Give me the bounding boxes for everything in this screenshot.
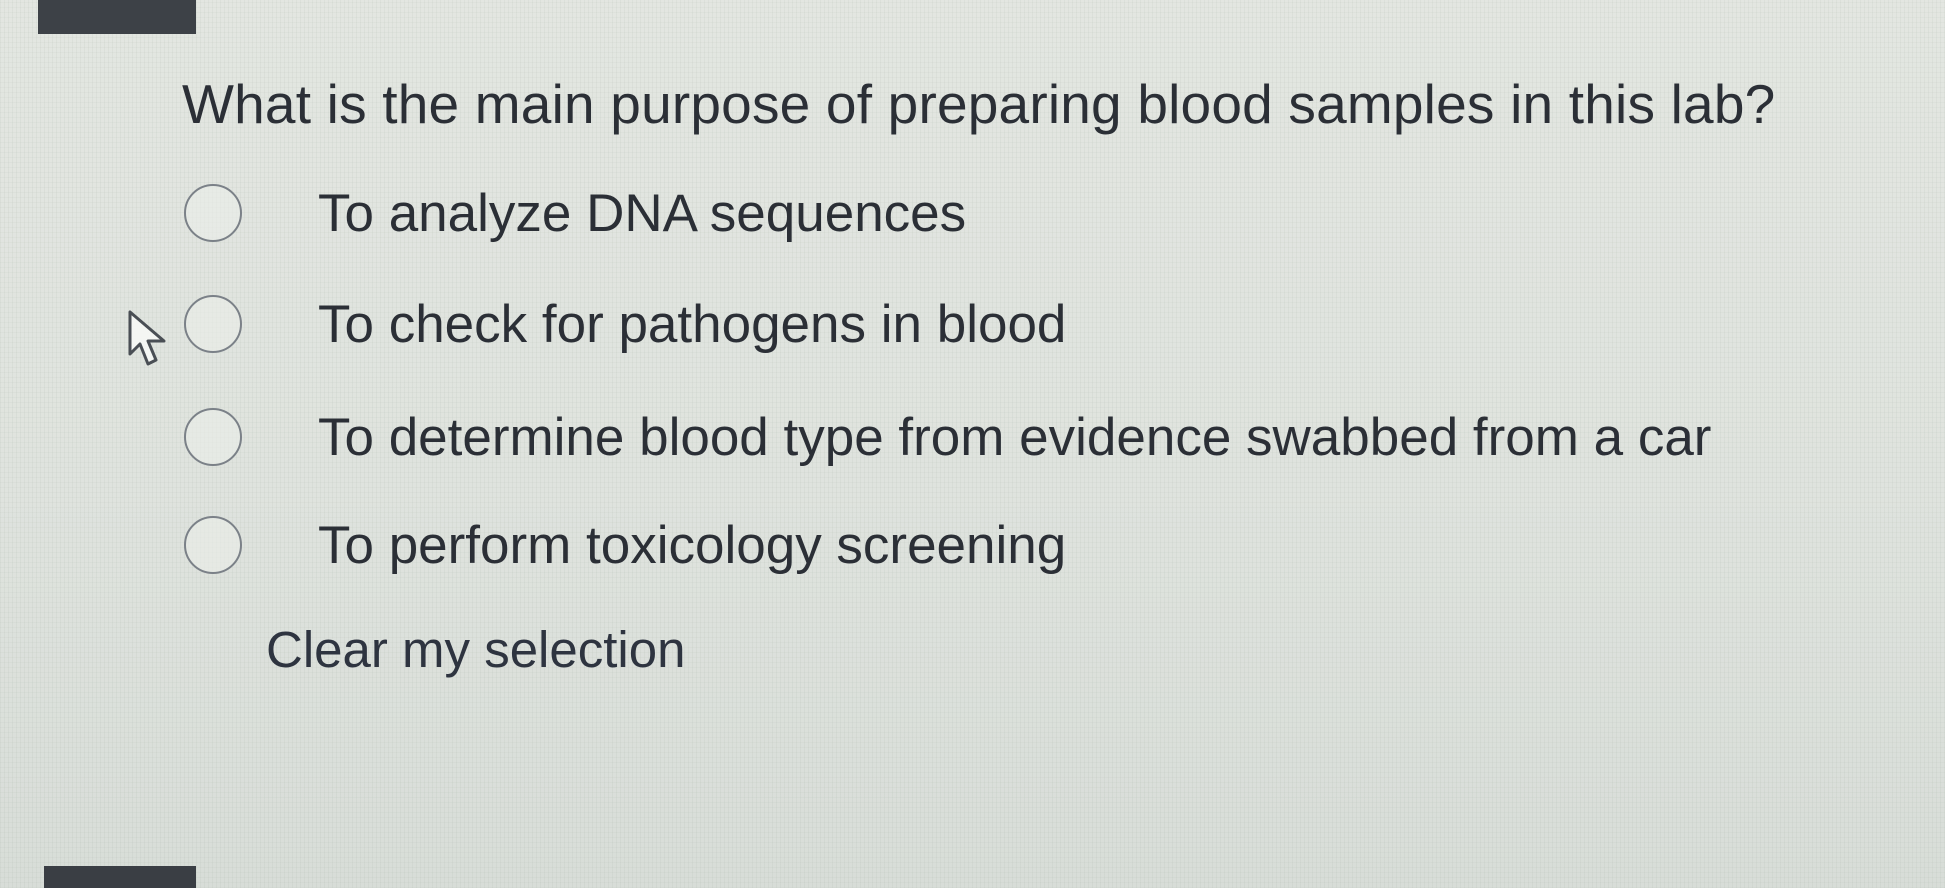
answer-option-4[interactable]: To perform toxicology screening — [184, 505, 1066, 585]
answer-option-label: To check for pathogens in blood — [318, 294, 1067, 354]
radio-button-icon[interactable] — [184, 516, 242, 574]
answer-option-label: To determine blood type from evidence sw… — [318, 407, 1712, 467]
radio-button-icon[interactable] — [184, 295, 242, 353]
answer-option-1[interactable]: To analyze DNA sequences — [184, 173, 966, 253]
answer-option-2[interactable]: To check for pathogens in blood — [184, 284, 1066, 364]
answer-option-3[interactable]: To determine blood type from evidence sw… — [184, 397, 1711, 477]
answer-option-label: To analyze DNA sequences — [318, 183, 967, 243]
top-toolbar-fragment — [38, 0, 196, 34]
clear-selection-link[interactable]: Clear my selection — [266, 620, 685, 679]
quiz-screen: What is the main purpose of preparing bl… — [0, 0, 1945, 888]
radio-button-icon[interactable] — [184, 184, 242, 242]
mouse-pointer-icon — [128, 310, 166, 366]
bottom-toolbar-fragment — [44, 866, 196, 888]
radio-button-icon[interactable] — [184, 408, 242, 466]
question-text: What is the main purpose of preparing bl… — [182, 73, 1776, 135]
answer-option-label: To perform toxicology screening — [318, 515, 1067, 575]
